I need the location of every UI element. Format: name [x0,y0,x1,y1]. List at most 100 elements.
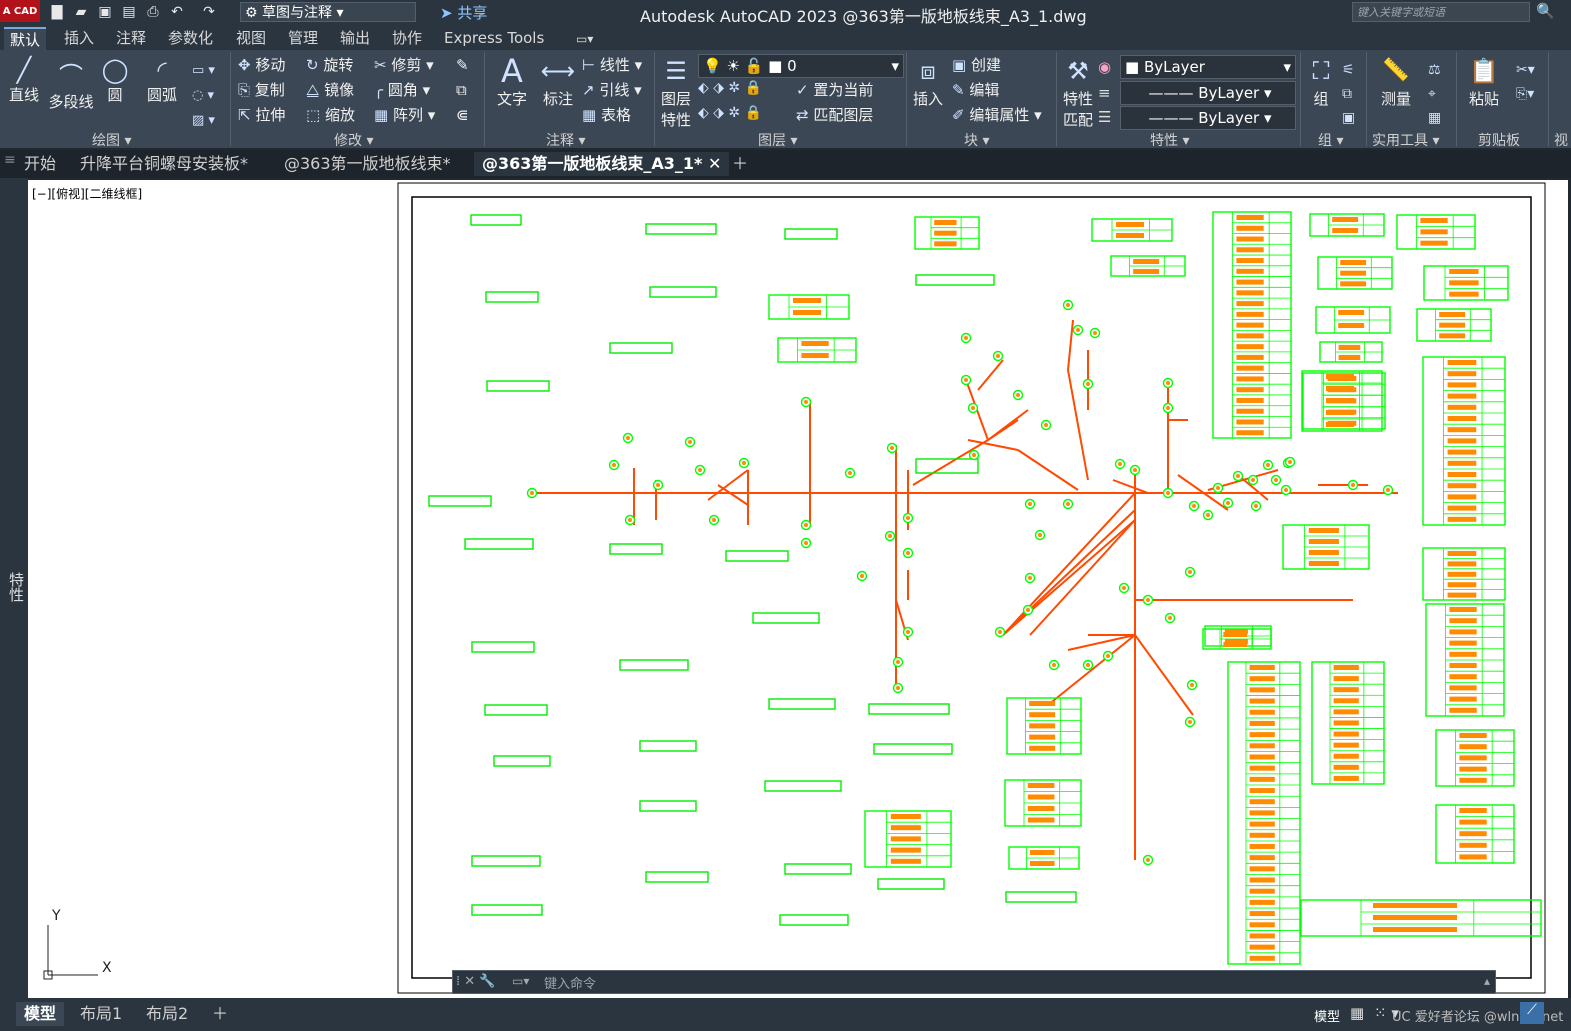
command-prompt-icon[interactable]: ▭▾ [512,974,529,988]
utilities-panel-title[interactable]: 实用工具 ▾ [1372,130,1439,150]
plot-icon[interactable]: ⎙ [144,3,162,21]
create-block-button[interactable]: ▣ 创建 [952,54,1001,76]
open-icon[interactable]: ▰ [72,3,90,21]
trim-button[interactable]: ✂ 修剪 ▾ [374,54,434,76]
tab-manage[interactable]: 管理 [282,27,324,49]
leader-button[interactable]: ↗ 引线 ▾ [582,79,642,101]
edit-block-button[interactable]: ✎ 编辑 [952,79,999,101]
command-close-icon[interactable]: ⁞ ✕ 🔧 [456,974,495,989]
undo-icon[interactable]: ↶ [168,3,186,21]
scale-button[interactable]: ⬚ 缩放 [306,104,355,126]
grid-icon[interactable]: ▦ [1350,1004,1364,1022]
redo-icon[interactable]: ↷ [200,3,218,21]
lineweight-select[interactable]: ——— ByLayer ▾ [1120,106,1296,130]
command-history-icon[interactable]: ▴ [1484,974,1490,988]
insert-block-button[interactable]: ⧈ 插入 [910,54,946,109]
tab-annotate[interactable]: 注释 [110,27,152,49]
move-button[interactable]: ✥ 移动 [238,54,285,76]
line-button[interactable]: ╱ 直线 [6,56,42,105]
offset-icon[interactable]: ⋐ [456,104,469,126]
connector-node [708,514,720,526]
connector-node [1024,498,1036,510]
block-panel-title[interactable]: 块 ▾ [964,130,989,150]
tab-collaborate[interactable]: 协作 [386,27,428,49]
match-layer-button[interactable]: ⇄ 匹配图层 [796,104,873,126]
modify-panel-title[interactable]: 修改 ▾ [334,130,373,150]
paste-button[interactable]: 📋 粘贴 [1464,54,1504,109]
search-input[interactable]: 键入关键字或短语 [1352,2,1530,22]
match-properties-button[interactable]: ⚒ 特性 匹配 [1060,54,1096,130]
search-icon[interactable]: 🔍 [1536,2,1555,20]
text-button[interactable]: A 文字 [492,54,532,109]
command-input[interactable]: 键入命令 [544,973,596,992]
layers-panel-title[interactable]: 图层 ▾ [758,130,797,150]
clipboard-panel-title[interactable]: 剪贴板 [1478,130,1520,150]
autocad-logo[interactable]: A CAD [0,0,40,22]
layer-properties-button[interactable]: ☰ 图层 特性 [658,54,694,130]
doc-tab-start[interactable]: 开始 [16,152,64,176]
draw-extra-icons[interactable]: ▭ ▾ ◌ ▾ ▨ ▾ [192,58,215,133]
linetype-icon[interactable]: ≡ [1098,84,1111,102]
measure-button[interactable]: 📏 测量 [1376,54,1416,109]
add-layout-button[interactable]: ＋ [204,1002,236,1026]
ortho-icon[interactable]: ⟋ [1520,1002,1544,1024]
ribbon-toggle-icon[interactable]: ▭▾ [576,32,593,46]
tab-default[interactable]: 默认 [4,27,47,51]
rotate-button[interactable]: ↻ 旋转 [306,54,353,76]
share-button[interactable]: ➤ 共享 [440,2,487,23]
layer-tools-icons[interactable]: ⬖ ⬗ ✲ 🔒 [698,80,762,96]
clipboard-tools-icons[interactable]: ✂▾ ⎘▾ [1516,58,1535,106]
color-wheel-icon[interactable]: ◉ [1098,58,1111,76]
edit-attributes-button[interactable]: ✐ 编辑属性 ▾ [952,104,1042,126]
annotation-panel-title[interactable]: 注释 ▾ [546,130,585,150]
copy-button[interactable]: ⎘ 复制 [238,79,285,101]
close-tab-icon[interactable]: ✕ [708,154,721,173]
polyline-button[interactable]: ⌒ 多段线 [46,56,96,112]
explode-icon[interactable]: ⧉ [456,79,467,101]
view-panel-title[interactable]: 视 [1554,130,1568,150]
properties-panel-title[interactable]: 特性 ▾ [1150,130,1189,150]
table-button[interactable]: ▦ 表格 [582,104,631,126]
workspace-select[interactable]: ⚙ 草图与注释 ▾ [240,2,416,22]
pinout-table [914,216,980,250]
tab-insert[interactable]: 插入 [58,27,100,49]
circle-button[interactable]: ◯ 圆 [100,56,130,105]
layer-tools-icons-2[interactable]: ⬖ ⬗ ✲ 🔒 [698,105,762,121]
array-button[interactable]: ▦ 阵列 ▾ [374,104,435,126]
group-button[interactable]: ⛶ 组 [1306,54,1336,109]
doc-tab-floor-harness-a3[interactable]: @363第一版地板线束_A3_1* ✕ [474,152,730,176]
erase-icon[interactable]: ✎ [456,54,469,76]
tab-menu-icon[interactable]: ≡ [4,152,16,168]
layout-tab-1[interactable]: 布局1 [72,1002,130,1026]
tab-view[interactable]: 视图 [230,27,272,49]
dimension-button[interactable]: ⟷ 标注 [538,54,578,109]
tab-output[interactable]: 输出 [334,27,376,49]
layer-select[interactable]: 💡 ☀ 🔓 ■ 0 ▾ [698,54,904,78]
utility-tools-icons[interactable]: ⚖ ⌖ ▦ [1428,58,1441,130]
doc-tab-lifting-platform[interactable]: 升降平台铜螺母安装板* [72,152,256,176]
new-tab-button[interactable]: ＋ [724,152,756,176]
layout-tab-2[interactable]: 布局2 [138,1002,196,1026]
set-current-button[interactable]: ✓ 置为当前 [796,79,873,101]
group-tools-icons[interactable]: ⚟ ⧉ ▣ [1342,58,1355,130]
linetype-select[interactable]: ——— ByLayer ▾ [1120,81,1296,105]
layout-tab-model[interactable]: 模型 [16,1002,65,1026]
groups-panel-title[interactable]: 组 ▾ [1318,130,1343,150]
save-icon[interactable]: ▣ [96,3,114,21]
properties-palette-label[interactable]: 特性 [6,572,27,602]
save-as-icon[interactable]: ▤ [120,3,138,21]
lineweight-icon[interactable]: ☰ [1098,108,1111,126]
draw-panel-title[interactable]: 绘图 ▾ [92,130,131,150]
doc-tab-floor-harness[interactable]: @363第一版地板线束* [276,152,459,176]
arc-button[interactable]: ◜ 圆弧 [142,56,182,105]
model-space-button[interactable]: 模型 [1314,1006,1340,1025]
command-line[interactable] [452,970,1496,994]
stretch-button[interactable]: ⇱ 拉伸 [238,104,285,126]
tab-express-tools[interactable]: Express Tools [438,27,550,49]
color-select[interactable]: ■ ByLayer ▾ [1120,55,1296,79]
fillet-button[interactable]: ╭ 圆角 ▾ [374,79,430,101]
new-icon[interactable]: ▇ [48,3,66,21]
linear-button[interactable]: ⊢ 线性 ▾ [582,54,642,76]
tab-parametric[interactable]: 参数化 [162,27,219,49]
mirror-button[interactable]: ⧋ 镜像 [306,79,354,101]
